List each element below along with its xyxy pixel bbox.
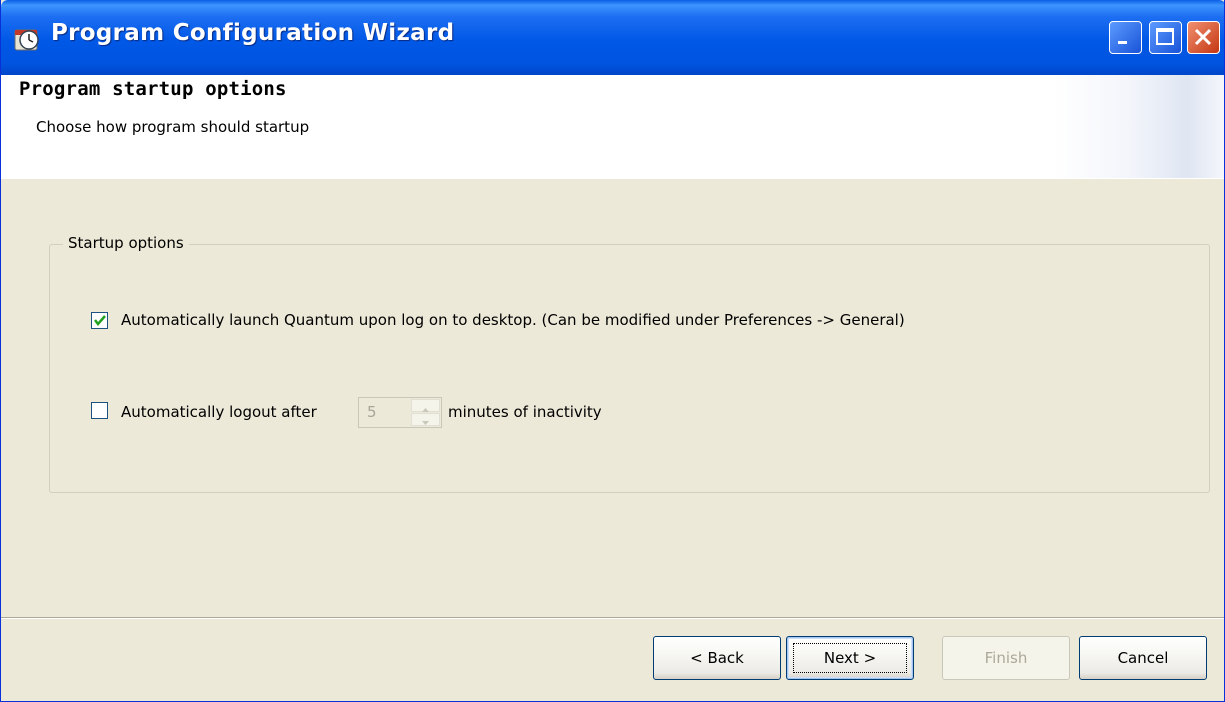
- logout-minutes-spinner[interactable]: 5: [358, 397, 442, 428]
- next-button[interactable]: Next >: [786, 636, 914, 680]
- page-subtitle: Choose how program should startup: [36, 118, 310, 136]
- auto-logout-checkbox[interactable]: [91, 402, 108, 419]
- window-title: Program Configuration Wizard: [51, 20, 455, 46]
- wizard-window: Program Configuration Wizard Program sta…: [0, 0, 1225, 702]
- maximize-icon: [1156, 28, 1174, 45]
- minutes-inactivity-label: minutes of inactivity: [448, 403, 602, 421]
- back-button[interactable]: < Back: [653, 636, 781, 680]
- group-legend: Startup options: [63, 234, 189, 252]
- minimize-button[interactable]: [1109, 21, 1142, 54]
- finish-button[interactable]: Finish: [942, 636, 1070, 680]
- next-button-label: Next >: [823, 649, 877, 667]
- spinner-down-button[interactable]: [411, 413, 440, 426]
- checkmark-icon: [94, 315, 106, 326]
- page-title: Program startup options: [19, 78, 287, 100]
- header-divider: [1, 178, 1224, 179]
- logout-minutes-value: 5: [367, 403, 377, 421]
- close-icon: [1194, 28, 1212, 46]
- button-divider-highlight: [1, 618, 1224, 619]
- cancel-button[interactable]: Cancel: [1079, 636, 1207, 680]
- startup-options-group: [49, 244, 1210, 493]
- finish-button-label: Finish: [984, 649, 1028, 667]
- auto-launch-checkbox[interactable]: [91, 312, 108, 329]
- maximize-button[interactable]: [1149, 21, 1182, 54]
- title-bar[interactable]: Program Configuration Wizard: [1, 0, 1224, 75]
- cancel-button-label: Cancel: [1117, 649, 1169, 667]
- close-button[interactable]: [1187, 21, 1220, 54]
- minimize-icon: [1118, 41, 1127, 44]
- spinner-buttons: [411, 399, 440, 426]
- arrow-down-icon: [422, 421, 429, 425]
- app-clock-icon: [14, 29, 39, 51]
- spinner-up-button[interactable]: [411, 399, 440, 412]
- wizard-header: Program startup options Choose how progr…: [1, 75, 1224, 179]
- auto-logout-label[interactable]: Automatically logout after: [121, 403, 317, 421]
- back-button-label: < Back: [690, 649, 744, 667]
- auto-launch-label[interactable]: Automatically launch Quantum upon log on…: [121, 311, 905, 329]
